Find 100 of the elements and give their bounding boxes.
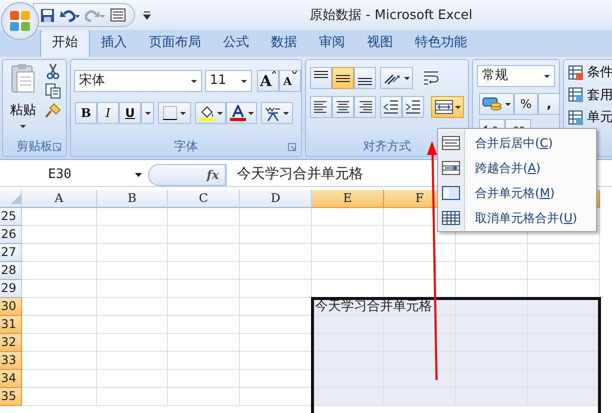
- sheet-cell[interactable]: [384, 352, 456, 370]
- ribbon-tab[interactable]: 开始: [40, 28, 90, 57]
- sheet-cell[interactable]: [97, 226, 168, 244]
- sheet-cell[interactable]: [22, 262, 97, 280]
- sheet-cell[interactable]: [97, 334, 168, 352]
- sheet-cell[interactable]: [312, 244, 384, 262]
- row-header[interactable]: 25: [0, 208, 22, 226]
- sheet-cell[interactable]: [240, 280, 312, 298]
- grow-font-button[interactable]: A: [257, 70, 279, 92]
- styles-menu-item[interactable]: 单元: [568, 108, 612, 128]
- sheet-cell[interactable]: [22, 280, 97, 298]
- insert-function-button[interactable]: fx: [206, 166, 219, 184]
- sheet-cell[interactable]: [384, 370, 456, 388]
- dialog-launcher-icon[interactable]: [288, 143, 296, 151]
- ribbon-tab[interactable]: 视图: [356, 30, 404, 57]
- column-header[interactable]: D: [240, 190, 312, 208]
- sheet-cell[interactable]: [168, 280, 240, 298]
- column-header[interactable]: A: [22, 190, 97, 208]
- sheet-cell[interactable]: [528, 244, 600, 262]
- row-header[interactable]: 26: [0, 226, 22, 244]
- sheet-cell[interactable]: [97, 280, 168, 298]
- form-icon[interactable]: [110, 8, 126, 22]
- sheet-cell[interactable]: [168, 316, 240, 334]
- sheet-cell[interactable]: [384, 244, 456, 262]
- sheet-cell[interactable]: [240, 208, 312, 226]
- borders-button[interactable]: [158, 102, 191, 124]
- sheet-cell[interactable]: [97, 298, 168, 316]
- ribbon-tab[interactable]: 公式: [212, 30, 260, 57]
- sheet-cell[interactable]: [168, 388, 240, 406]
- sheet-cell[interactable]: [528, 334, 600, 352]
- format-painter-icon[interactable]: [45, 103, 61, 119]
- customize-toolbar-icon[interactable]: [143, 10, 151, 20]
- dialog-launcher-icon[interactable]: [53, 143, 61, 151]
- percent-button[interactable]: %: [514, 93, 538, 115]
- row-header[interactable]: 28: [0, 262, 22, 280]
- sheet-cell[interactable]: [312, 352, 384, 370]
- sheet-cell[interactable]: [240, 226, 312, 244]
- sheet-cell[interactable]: [528, 262, 600, 280]
- increase-indent-button[interactable]: [402, 96, 424, 118]
- align-left-button[interactable]: [310, 96, 332, 118]
- sheet-cell[interactable]: [168, 226, 240, 244]
- copy-icon[interactable]: [45, 83, 61, 99]
- orientation-button[interactable]: [380, 67, 413, 89]
- cut-icon[interactable]: [45, 63, 61, 79]
- row-header[interactable]: 34: [0, 370, 22, 388]
- sheet-cell[interactable]: [97, 388, 168, 406]
- sheet-cell[interactable]: [22, 352, 97, 370]
- column-header[interactable]: E: [312, 190, 384, 208]
- comma-button[interactable]: ,: [538, 93, 560, 115]
- sheet-cell[interactable]: [97, 244, 168, 262]
- row-header[interactable]: 32: [0, 334, 22, 352]
- sheet-cell[interactable]: [312, 316, 384, 334]
- decrease-indent-button[interactable]: [380, 96, 402, 118]
- sheet-cell[interactable]: [456, 262, 528, 280]
- sheet-cell[interactable]: [168, 352, 240, 370]
- sheet-cell[interactable]: [97, 208, 168, 226]
- phonetic-guide-button[interactable]: [261, 102, 293, 124]
- middle-align-button[interactable]: [332, 67, 354, 89]
- column-header[interactable]: B: [97, 190, 168, 208]
- sheet-cell[interactable]: [312, 334, 384, 352]
- sheet-cell[interactable]: [168, 298, 240, 316]
- shrink-font-button[interactable]: A: [279, 70, 301, 92]
- sheet-cell[interactable]: [168, 370, 240, 388]
- align-center-button[interactable]: [332, 96, 354, 118]
- ribbon-tab[interactable]: 页面布局: [138, 30, 212, 57]
- fill-color-button[interactable]: [195, 102, 226, 124]
- sheet-cell[interactable]: [97, 316, 168, 334]
- styles-menu-item[interactable]: 套用: [568, 86, 612, 105]
- font-size-field[interactable]: 11: [204, 70, 252, 92]
- sheet-cell[interactable]: [97, 370, 168, 388]
- underline-dropdown[interactable]: [141, 102, 154, 124]
- sheet-cell[interactable]: [312, 370, 384, 388]
- ribbon-tab[interactable]: 特色功能: [404, 30, 478, 57]
- align-right-button[interactable]: [354, 96, 376, 118]
- sheet-cell[interactable]: [528, 316, 600, 334]
- sheet-cell[interactable]: [240, 262, 312, 280]
- ribbon-tab[interactable]: 插入: [90, 30, 138, 57]
- sheet-cell[interactable]: [384, 334, 456, 352]
- sheet-cell[interactable]: [240, 244, 312, 262]
- sheet-cell[interactable]: [528, 388, 600, 406]
- sheet-cell[interactable]: [168, 262, 240, 280]
- row-header[interactable]: 27: [0, 244, 22, 262]
- sheet-cell[interactable]: [384, 262, 456, 280]
- sheet-cell[interactable]: [312, 226, 384, 244]
- sheet-cell[interactable]: [22, 334, 97, 352]
- number-format-field[interactable]: 常规: [477, 65, 555, 87]
- sheet-cell[interactable]: [456, 388, 528, 406]
- currency-button[interactable]: [479, 93, 514, 115]
- wrap-text-icon[interactable]: [423, 70, 439, 86]
- sheet-cell[interactable]: [312, 388, 384, 406]
- row-header[interactable]: 31: [0, 316, 22, 334]
- sheet-cell[interactable]: [22, 298, 97, 316]
- sheet-cell[interactable]: [22, 388, 97, 406]
- name-box[interactable]: E30: [0, 164, 148, 184]
- sheet-cell[interactable]: [22, 370, 97, 388]
- sheet-cell[interactable]: [312, 262, 384, 280]
- ribbon-tab[interactable]: 审阅: [308, 30, 356, 57]
- merge-center-button[interactable]: [431, 96, 464, 118]
- sheet-cell[interactable]: [384, 316, 456, 334]
- sheet-cell[interactable]: [22, 316, 97, 334]
